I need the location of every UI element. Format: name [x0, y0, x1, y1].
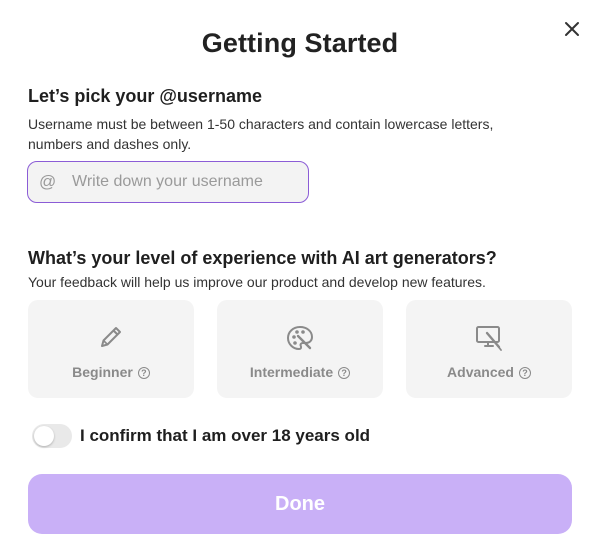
help-icon[interactable]: ?: [338, 367, 351, 379]
at-icon: @: [39, 172, 57, 191]
help-icon[interactable]: ?: [137, 367, 150, 379]
option-label: Intermediate: [249, 364, 334, 380]
toggle-knob: [34, 426, 54, 446]
experience-description: Your feedback will help us improve our p…: [28, 274, 486, 290]
getting-started-modal: Getting Started Let’s pick your @usernam…: [0, 0, 600, 558]
username-heading: Let’s pick your @username: [28, 86, 262, 106]
help-icon[interactable]: ?: [518, 367, 531, 379]
modal-title: Getting Started: [201, 28, 399, 58]
option-label: Beginner: [72, 364, 133, 380]
drawing-tablet-icon: [476, 326, 502, 351]
pencil-icon: [101, 327, 121, 347]
experience-heading: What’s your level of experience with AI …: [28, 248, 497, 268]
experience-option-advanced[interactable]: Advanced?: [406, 300, 572, 398]
palette-icon: [286, 325, 314, 351]
done-button[interactable]: Done: [28, 474, 572, 534]
experience-option-beginner[interactable]: Beginner?: [28, 300, 194, 398]
age-confirm-label: I confirm that I am over 18 years old: [80, 426, 371, 445]
experience-option-intermediate[interactable]: Intermediate?: [217, 300, 383, 398]
username-input[interactable]: [72, 162, 304, 201]
username-description: Username must be between 1-50 characters…: [28, 116, 494, 152]
username-field[interactable]: @: [27, 161, 309, 203]
option-label: Advanced: [447, 364, 514, 380]
age-confirm-toggle[interactable]: [32, 424, 72, 448]
